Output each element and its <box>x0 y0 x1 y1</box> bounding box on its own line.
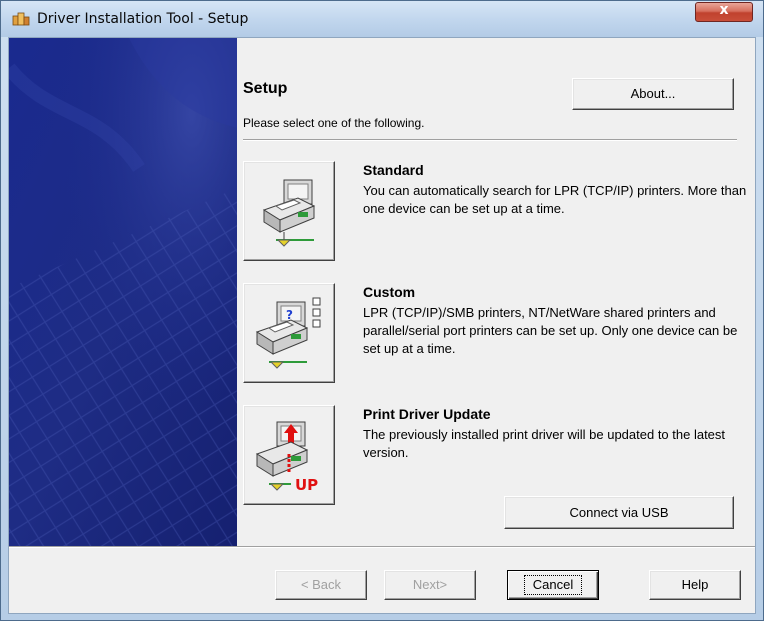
custom-option-button[interactable]: ? <box>243 283 335 383</box>
standard-option-description: You can automatically search for LPR (TC… <box>363 183 747 216</box>
standard-option-title: Standard <box>363 162 424 178</box>
close-button[interactable]: x <box>695 2 753 22</box>
standard-option-button[interactable] <box>243 161 335 261</box>
update-badge: UP <box>295 476 318 494</box>
custom-printer-icon: ? <box>255 297 321 369</box>
driver-update-option-description: The previously installed print driver wi… <box>363 427 726 460</box>
header-divider <box>243 139 737 141</box>
driver-update-option-title: Print Driver Update <box>363 406 491 422</box>
next-button[interactable]: Next> <box>384 570 476 600</box>
next-button-label: Next> <box>412 577 448 592</box>
instruction-text: Please select one of the following. <box>243 116 425 130</box>
back-button[interactable]: < Back <box>275 570 367 600</box>
help-button-label: Help <box>681 577 709 592</box>
window-title: Driver Installation Tool - Setup <box>37 11 249 27</box>
footer-divider <box>9 546 755 548</box>
connect-usb-button[interactable]: Connect via USB <box>504 496 734 529</box>
help-button[interactable]: Help <box>649 570 741 600</box>
title-bar[interactable]: Driver Installation Tool - Setup x <box>1 1 763 37</box>
custom-option-title: Custom <box>363 284 416 300</box>
close-icon: x <box>719 2 729 18</box>
cancel-button[interactable]: Cancel <box>507 570 599 600</box>
banner-graphic <box>9 38 237 546</box>
about-button-label: About... <box>630 86 676 101</box>
content-panel: Setup Please select one of the following… <box>237 38 755 546</box>
app-icon <box>12 12 30 26</box>
page-title: Setup <box>243 80 288 97</box>
cancel-button-label: Cancel <box>523 575 583 595</box>
connect-usb-label: Connect via USB <box>569 505 669 520</box>
svg-text:?: ? <box>286 308 293 322</box>
back-button-label: < Back <box>300 577 342 592</box>
about-button[interactable]: About... <box>572 78 734 110</box>
sidebar-banner-image <box>9 38 237 546</box>
custom-option-description: LPR (TCP/IP)/SMB printers, NT/NetWare sh… <box>363 305 738 356</box>
driver-update-option-button[interactable]: UP <box>243 405 335 505</box>
setup-window: Driver Installation Tool - Setup x Setup… <box>0 0 764 621</box>
driver-update-icon: UP <box>255 421 318 494</box>
network-printer-icon <box>262 179 316 247</box>
dialog-client-area: Setup Please select one of the following… <box>8 37 756 614</box>
